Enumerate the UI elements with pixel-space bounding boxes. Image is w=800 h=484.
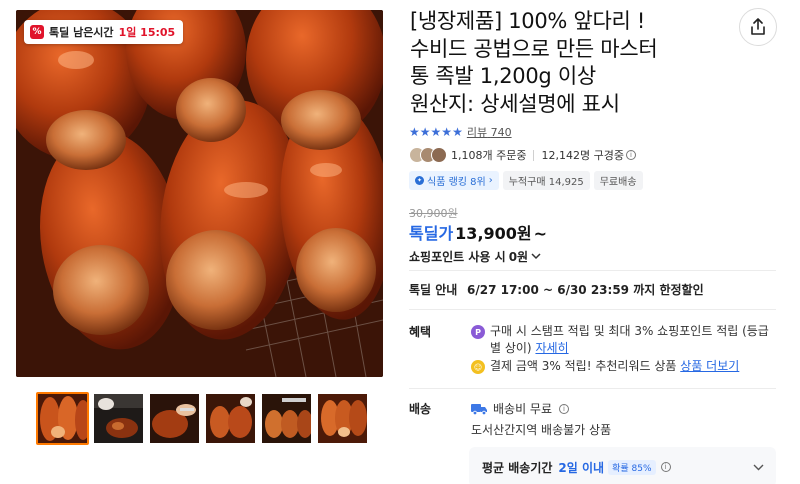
deal-info-value: 6/27 17:00 ~ 6/30 23:59 까지 한정할인 bbox=[467, 283, 704, 297]
info-icon[interactable]: i bbox=[660, 462, 671, 472]
benefit-stamp-desc: 구매 시 스탬프 적립 및 최대 3% 쇼핑포인트 적립 (등급별 상이) bbox=[490, 324, 769, 355]
divider bbox=[409, 309, 776, 310]
buyer-avatars bbox=[409, 147, 447, 163]
info-icon[interactable]: i bbox=[559, 403, 570, 414]
percent-icon: % bbox=[30, 25, 44, 39]
deal-timer-label: 톡딜 남은시간 bbox=[49, 26, 114, 39]
points-value: 0원 bbox=[508, 250, 529, 264]
shipping-fee: 배송비 무료 i bbox=[471, 400, 570, 417]
star-icon: ★ bbox=[441, 125, 453, 139]
thumbnail-1[interactable] bbox=[36, 392, 89, 445]
shipping-label: 배송 bbox=[409, 402, 432, 416]
orders-count: 1,108개 주문중 bbox=[451, 149, 527, 162]
more-products-link[interactable]: 상품 더보기 bbox=[680, 359, 739, 373]
thumbnail-6[interactable] bbox=[316, 392, 369, 445]
star-icon: ★ bbox=[419, 125, 431, 139]
thumbnail-strip bbox=[36, 392, 369, 445]
product-title-line-2: 수비드 공법으로 만든 마스터 bbox=[410, 36, 658, 61]
avatar bbox=[431, 147, 447, 163]
benefit-reward-desc: 결제 금액 3% 적립! 추천리워드 상품 bbox=[490, 359, 677, 373]
avg-delivery-value: 2일 이내 bbox=[558, 460, 605, 475]
info-icon[interactable]: i bbox=[625, 150, 636, 160]
product-chips: ✦ 식품 랭킹 8위 › 누적구매 14,925 무료배송 bbox=[409, 171, 643, 190]
cumulative-purchase-chip: 누적구매 14,925 bbox=[502, 171, 590, 190]
deal-timer-badge: % 톡딜 남은시간 1일 15:05 bbox=[24, 20, 184, 44]
thumbnail-5[interactable] bbox=[260, 392, 313, 445]
thumbnail-2[interactable] bbox=[92, 392, 145, 445]
share-button[interactable] bbox=[739, 8, 777, 46]
benefit-reward-text: 결제 금액 3% 적립! 추천리워드 상품 상품 더보기 bbox=[490, 358, 739, 375]
divider bbox=[409, 270, 776, 271]
deal-timer-value: 1일 15:05 bbox=[118, 26, 176, 39]
truck-icon bbox=[471, 403, 487, 415]
shipping-restriction: 도서산간지역 배송불가 상품 bbox=[471, 423, 612, 437]
reward-icon: ☺ bbox=[471, 360, 485, 374]
price-row: 톡딜가 13,900원 ~ bbox=[409, 220, 547, 244]
chevron-right-icon: › bbox=[488, 175, 493, 186]
review-count: 740 bbox=[490, 126, 512, 139]
average-delivery-box[interactable]: 평균 배송기간 2일 이내 확률 85% i bbox=[469, 447, 776, 484]
separator bbox=[533, 149, 535, 161]
benefit-detail-link[interactable]: 자세히 bbox=[535, 341, 568, 355]
benefit-stamp-points: P 구매 시 스탬프 적립 및 최대 3% 쇼핑포인트 적립 (등급별 상이) … bbox=[471, 323, 771, 357]
buyers-row: 1,108개 주문중 12,142명 구경중 i bbox=[409, 147, 636, 163]
benefit-reward: ☺ 결제 금액 3% 적립! 추천리워드 상품 상품 더보기 bbox=[471, 358, 771, 375]
original-price: 30,900원 bbox=[409, 207, 458, 220]
product-title-line-4: 원산지: 상세설명에 표시 bbox=[410, 91, 620, 116]
rating-row: ★ ★ ★ ★ ★ 리뷰 740 bbox=[409, 124, 512, 140]
thumbnail-3[interactable] bbox=[148, 392, 201, 445]
star-icon: ★ bbox=[409, 125, 420, 139]
points-usage[interactable]: 쇼핑포인트 사용 시 0원 bbox=[409, 248, 541, 265]
free-shipping-chip: 무료배송 bbox=[593, 171, 643, 190]
braised-pork-trotter-photo bbox=[16, 10, 383, 377]
price-label: 톡딜가 bbox=[409, 224, 454, 243]
ranking-chip[interactable]: ✦ 식품 랭킹 8위 › bbox=[409, 171, 499, 190]
share-icon bbox=[751, 18, 765, 35]
chevron-down-icon bbox=[753, 464, 764, 470]
star-icon: ★ bbox=[452, 125, 463, 139]
benefits-label: 혜택 bbox=[409, 325, 432, 339]
rank-icon: ✦ bbox=[415, 176, 424, 185]
product-title-line-1: [냉장제품] 100% 앞다리 ! bbox=[410, 9, 646, 33]
benefit-stamp-text: 구매 시 스탬프 적립 및 최대 3% 쇼핑포인트 적립 (등급별 상이) 자세… bbox=[490, 323, 771, 357]
avg-delivery-label: 평균 배송기간 bbox=[482, 460, 553, 475]
review-label: 리뷰 bbox=[466, 126, 488, 139]
divider bbox=[409, 388, 776, 389]
main-product-image[interactable]: % 톡딜 남은시간 1일 15:05 bbox=[16, 10, 383, 377]
deal-info-label: 톡딜 안내 bbox=[409, 283, 458, 297]
product-title: [냉장제품] 100% 앞다리 ! 수비드 공법으로 만든 마스터 통 족발 1… bbox=[410, 8, 710, 118]
ranking-chip-label: 식품 랭킹 8위 bbox=[427, 177, 486, 188]
shipping-fee-text: 배송비 무료 bbox=[493, 402, 553, 416]
points-label: 쇼핑포인트 사용 시 bbox=[409, 250, 506, 264]
points-icon: P bbox=[471, 325, 485, 339]
product-title-line-3: 통 족발 1,200g 이상 bbox=[410, 64, 596, 88]
star-rating: ★ ★ ★ ★ ★ bbox=[409, 126, 463, 138]
watchers-count: 12,142명 구경중 bbox=[541, 149, 624, 162]
chevron-down-icon bbox=[531, 253, 541, 260]
deal-info-row: 톡딜 안내 6/27 17:00 ~ 6/30 23:59 까지 한정할인 bbox=[409, 281, 704, 298]
thumbnail-4[interactable] bbox=[204, 392, 257, 445]
price-suffix: ~ bbox=[533, 224, 548, 243]
delivery-probability: 확률 85% bbox=[608, 459, 656, 475]
star-icon: ★ bbox=[430, 125, 442, 139]
sale-price: 13,900원 bbox=[455, 224, 532, 243]
review-link[interactable]: 리뷰 740 bbox=[467, 124, 512, 140]
